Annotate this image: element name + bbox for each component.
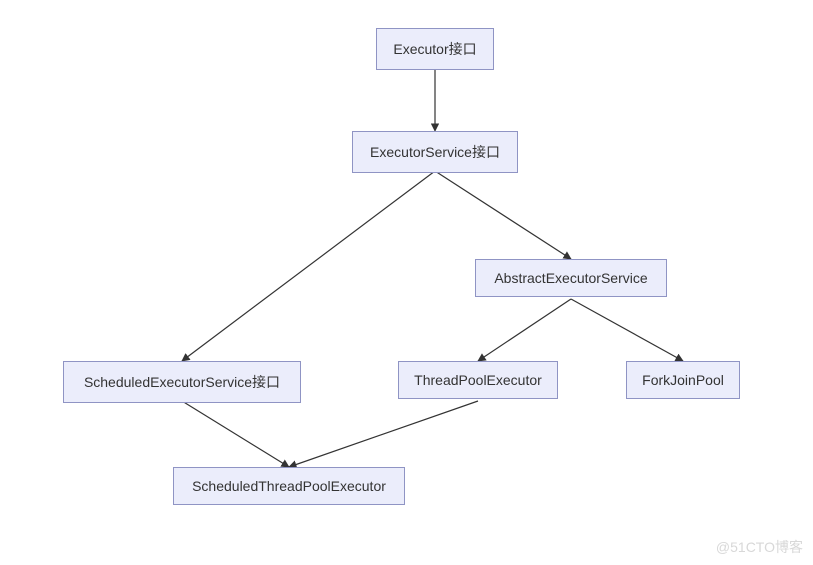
node-scheduled-executor-service: ScheduledExecutorService接口 bbox=[63, 361, 301, 403]
node-label: ExecutorService接口 bbox=[370, 144, 500, 160]
node-scheduled-thread-pool-executor: ScheduledThreadPoolExecutor bbox=[173, 467, 405, 505]
node-fork-join-pool: ForkJoinPool bbox=[626, 361, 740, 399]
node-label: Executor接口 bbox=[393, 41, 476, 57]
watermark: @51CTO博客 bbox=[716, 537, 803, 557]
edges-layer bbox=[0, 0, 813, 565]
node-label: ScheduledExecutorService接口 bbox=[84, 374, 280, 390]
node-label: ThreadPoolExecutor bbox=[414, 372, 542, 388]
node-label: ForkJoinPool bbox=[642, 372, 724, 388]
node-abstract-executor-service: AbstractExecutorService bbox=[475, 259, 667, 297]
node-executor: Executor接口 bbox=[376, 28, 494, 70]
node-executor-service: ExecutorService接口 bbox=[352, 131, 518, 173]
node-label: AbstractExecutorService bbox=[494, 270, 647, 286]
node-label: ScheduledThreadPoolExecutor bbox=[192, 478, 386, 494]
node-thread-pool-executor: ThreadPoolExecutor bbox=[398, 361, 558, 399]
class-hierarchy-diagram: Executor接口 ExecutorService接口 AbstractExe… bbox=[0, 0, 813, 565]
